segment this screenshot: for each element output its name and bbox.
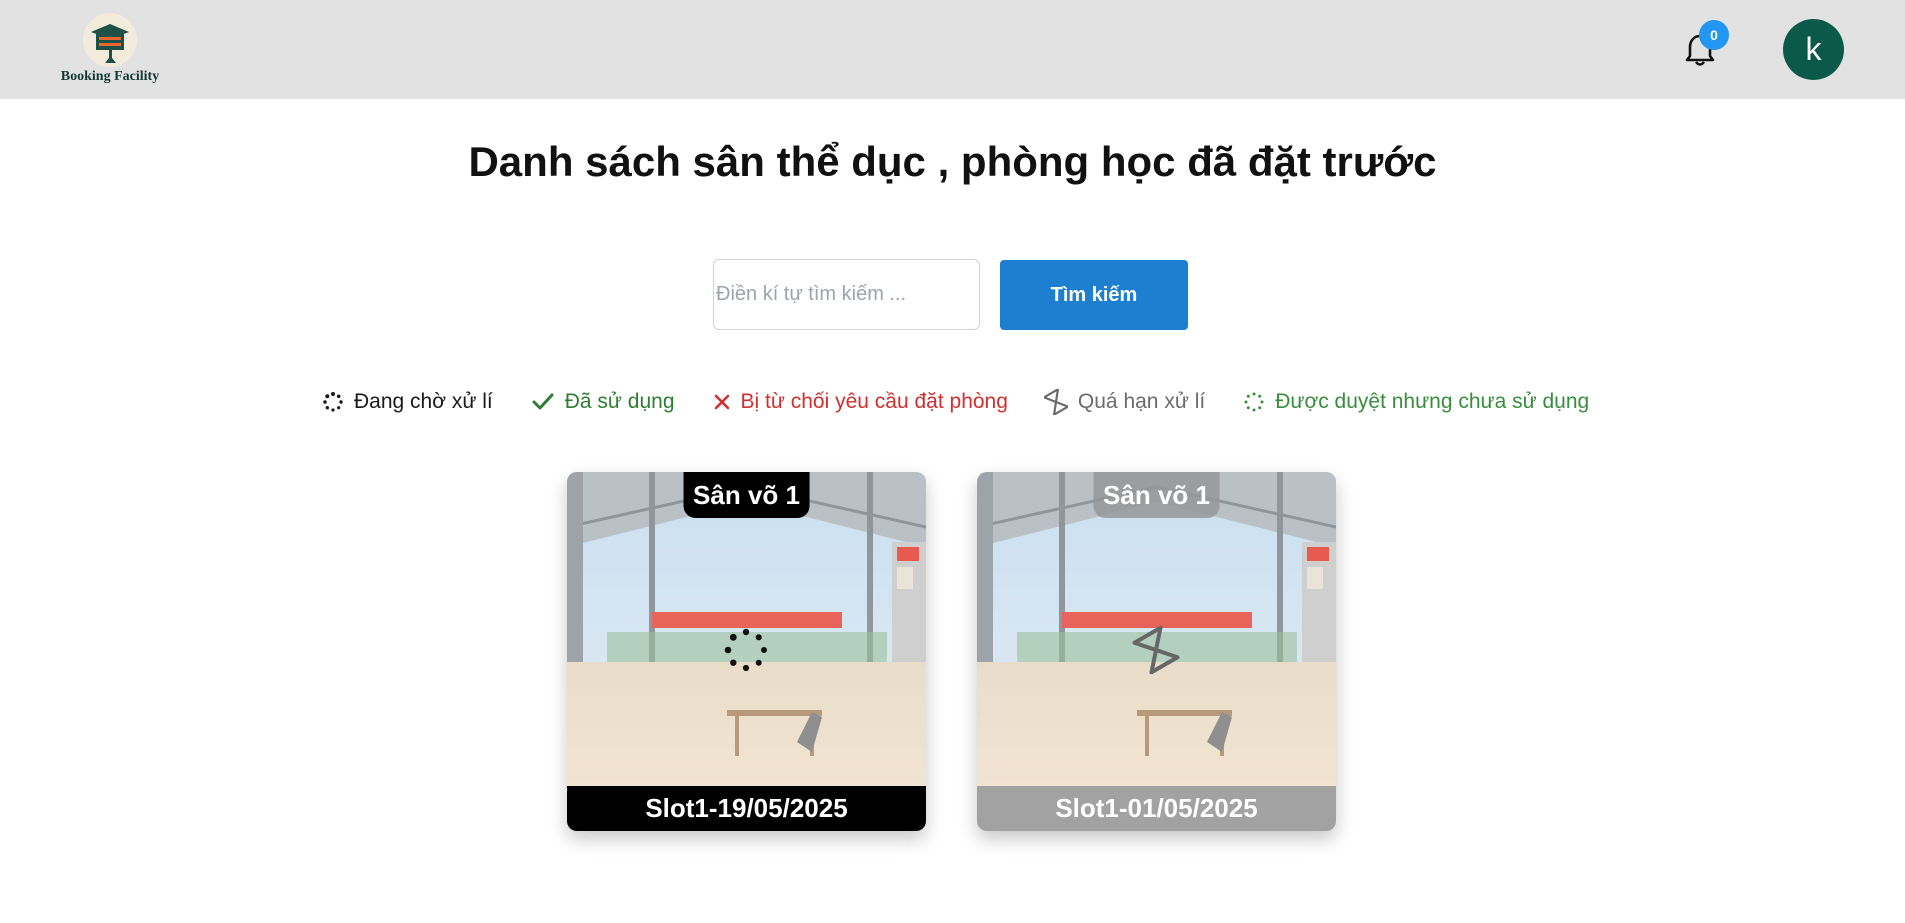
legend-rejected-label: Bị từ chối yêu cầu đặt phòng xyxy=(740,390,1008,413)
legend-used[interactable]: Đã sử dụng xyxy=(531,390,675,414)
spinner-icon xyxy=(323,392,343,412)
search-input[interactable] xyxy=(713,259,980,330)
facility-name-tag: Sân võ 1 xyxy=(683,472,810,518)
app-logo[interactable]: Booking Facility xyxy=(58,12,162,92)
booking-card[interactable]: Sân võ 1 Slot1-19/05/2025 xyxy=(567,472,926,831)
top-header: Booking Facility 0 k xyxy=(0,0,1905,99)
logo-icon xyxy=(83,13,137,67)
notification-count-badge: 0 xyxy=(1699,20,1729,50)
legend-overdue-label: Quá hạn xử lí xyxy=(1077,390,1206,413)
legend-rejected[interactable]: Bị từ chối yêu cầu đặt phòng xyxy=(713,390,1008,414)
search-button[interactable]: Tìm kiếm xyxy=(1000,260,1188,330)
legend-pending[interactable]: Đang chờ xử lí xyxy=(322,390,493,414)
booking-slot-label: Slot1-19/05/2025 xyxy=(567,786,926,831)
legend-used-label: Đã sử dụng xyxy=(564,390,675,413)
dotted-spinner-icon xyxy=(1244,392,1264,412)
legend-approved[interactable]: Được duyệt nhưng chưa sử dụng xyxy=(1243,390,1589,414)
legend-overdue[interactable]: Quá hạn xử lí xyxy=(1043,389,1206,415)
close-icon xyxy=(714,394,729,410)
page-title: Danh sách sân thể dục , phòng học đã đặt… xyxy=(468,138,1437,185)
booking-slot-label: Slot1-01/05/2025 xyxy=(977,786,1336,831)
hourglass-icon xyxy=(1132,625,1180,675)
user-avatar[interactable]: k xyxy=(1783,19,1844,80)
status-legend: Đang chờ xử lí Đã sử dụng Bị từ chối yêu… xyxy=(322,386,1589,418)
facility-name-tag: Sân võ 1 xyxy=(1093,472,1220,518)
logo-text: Booking Facility xyxy=(60,69,160,84)
hourglass-icon xyxy=(1043,389,1068,415)
legend-pending-label: Đang chờ xử lí xyxy=(354,390,493,413)
check-icon xyxy=(532,393,554,410)
legend-approved-label: Được duyệt nhưng chưa sử dụng xyxy=(1275,390,1590,413)
booking-card[interactable]: Sân võ 1 Slot1-01/05/2025 xyxy=(977,472,1336,831)
spinner-icon xyxy=(724,628,767,672)
